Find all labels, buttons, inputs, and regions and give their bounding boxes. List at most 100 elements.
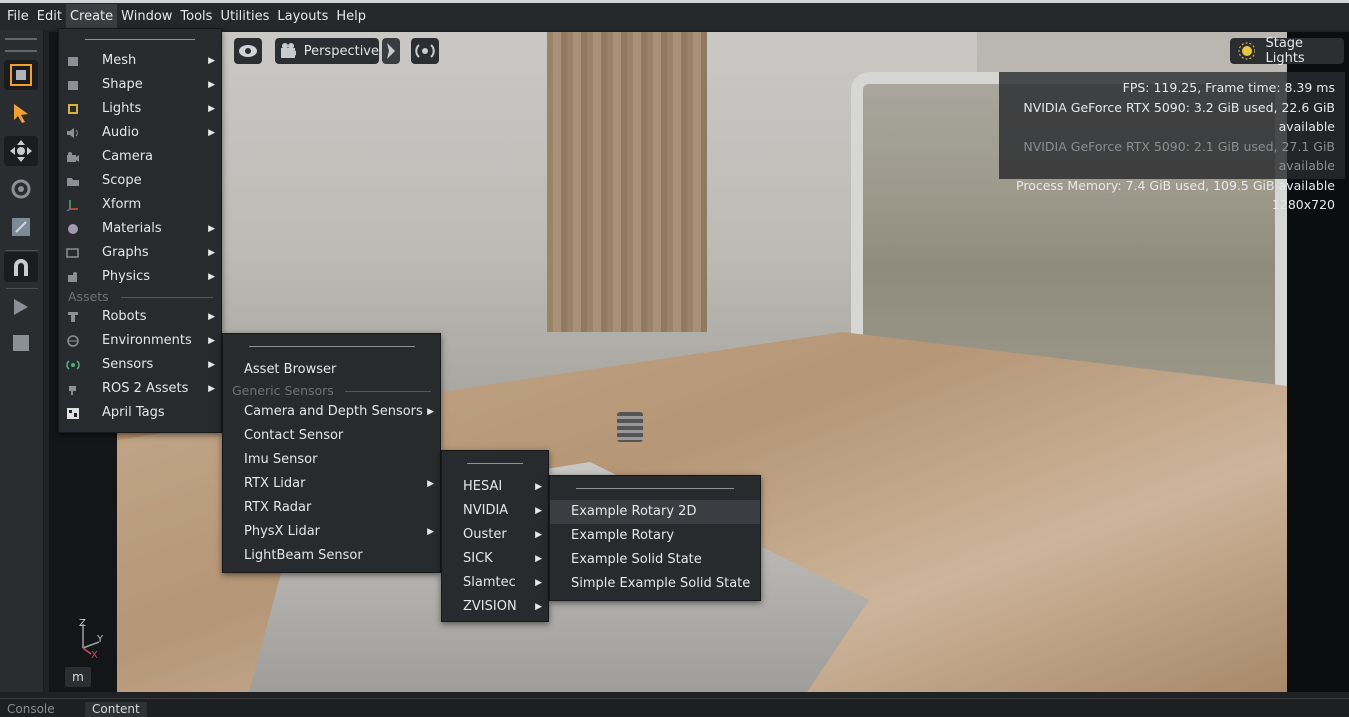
menu-item-slamtec[interactable]: Slamtec ▶ — [442, 571, 548, 595]
play-icon — [14, 299, 28, 315]
asset-browser-label: Asset Browser — [244, 362, 337, 377]
menu-item-label: Mesh — [102, 53, 137, 68]
menu-item-example-rotary[interactable]: Example Rotary — [550, 524, 760, 548]
menu-item-rtx-radar[interactable]: RTX Radar — [223, 496, 440, 520]
menu-item-lightbeam-sensor[interactable]: LightBeam Sensor — [223, 544, 440, 568]
snap-toggle-button[interactable] — [4, 252, 38, 282]
menu-item-ros-2-assets[interactable]: ROS 2 Assets ▶ — [59, 377, 221, 401]
menu-item-simple-example-solid-state[interactable]: Simple Example Solid State — [550, 572, 760, 596]
submenu-arrow-icon: ▶ — [208, 80, 215, 90]
sensor-button[interactable] — [411, 38, 439, 64]
menu-item-label: Camera — [102, 149, 154, 164]
menu-item-example-rotary-2d[interactable]: Example Rotary 2D — [550, 500, 760, 524]
fps-readout: FPS: 119.25, Frame time: 8.39 ms — [1122, 80, 1335, 95]
menu-help[interactable]: Help — [332, 4, 370, 30]
scale-tool-button[interactable] — [4, 212, 38, 242]
menu-item-label: Robots — [102, 309, 147, 324]
menu-window[interactable]: Window — [117, 4, 176, 30]
menu-tearoff[interactable] — [59, 29, 221, 49]
menu-utilities[interactable]: Utilities — [216, 4, 273, 30]
menu-item-nvidia[interactable]: NVIDIA ▶ — [442, 499, 548, 523]
left-toolbar — [0, 30, 44, 692]
submenu-arrow-icon: ▶ — [427, 407, 434, 417]
submenu-tearoff[interactable] — [550, 476, 760, 500]
camera-dropdown[interactable]: Perspective — [275, 38, 379, 64]
asset-browser-item[interactable]: Asset Browser — [223, 358, 440, 382]
submenu-arrow-icon: ▶ — [208, 128, 215, 138]
menu-item-sensors[interactable]: Sensors ▶ — [59, 353, 221, 377]
menu-item-camera[interactable]: Camera — [59, 145, 221, 169]
menu-item-shape[interactable]: Shape ▶ — [59, 73, 221, 97]
stop-button[interactable] — [4, 328, 38, 358]
stage-lights-dropdown[interactable]: Stage Lights — [1230, 36, 1344, 66]
menu-item-graphs[interactable]: Graphs ▶ — [59, 241, 221, 265]
axis-gizmo: Z Y X — [79, 618, 104, 658]
menu-item-label: SICK — [463, 551, 493, 566]
submenu-arrow-icon: ▶ — [535, 530, 542, 540]
menu-item-example-solid-state[interactable]: Example Solid State — [550, 548, 760, 572]
submenu-arrow-icon: ▶ — [208, 104, 215, 114]
assets-section-header: Assets — [59, 289, 221, 305]
menu-item-audio[interactable]: Audio ▶ — [59, 121, 221, 145]
m-button[interactable]: m — [65, 667, 91, 687]
menu-item-materials[interactable]: Materials ▶ — [59, 217, 221, 241]
menu-item-mesh[interactable]: Mesh ▶ — [59, 49, 221, 73]
menu-item-camera-and-depth-sensors[interactable]: Camera and Depth Sensors ▶ — [223, 400, 440, 424]
menu-item-label: Physics — [102, 269, 151, 284]
menu-item-ouster[interactable]: Ouster ▶ — [442, 523, 548, 547]
menu-item-contact-sensor[interactable]: Contact Sensor — [223, 424, 440, 448]
menu-tools[interactable]: Tools — [176, 4, 216, 30]
toolbar-grip[interactable] — [5, 38, 37, 52]
stats-overlay: FPS: 119.25, Frame time: 8.39 ms NVIDIA … — [999, 72, 1345, 212]
play-button[interactable] — [4, 292, 38, 322]
tab-content[interactable]: Content — [85, 702, 147, 717]
viewport-expand-button[interactable] — [382, 38, 400, 64]
toolbar-separator — [6, 250, 38, 251]
move-tool-button[interactable] — [4, 136, 38, 166]
menu-item-label: Xform — [102, 197, 142, 212]
visibility-button[interactable] — [234, 38, 262, 64]
menu-item-label: Simple Example Solid State — [571, 576, 751, 591]
menu-item-scope[interactable]: Scope — [59, 169, 221, 193]
menu-item-xform[interactable]: Xform — [59, 193, 221, 217]
stop-icon — [13, 335, 29, 351]
menu-item-label: RTX Radar — [244, 500, 312, 515]
submenu-arrow-icon: ▶ — [208, 248, 215, 258]
menu-edit[interactable]: Edit — [33, 4, 66, 30]
menu-item-physx-lidar[interactable]: PhysX Lidar ▶ — [223, 520, 440, 544]
mesh-icon — [68, 57, 78, 66]
menu-item-label: Scope — [102, 173, 142, 188]
menu-item-lights[interactable]: Lights ▶ — [59, 97, 221, 121]
menu-item-robots[interactable]: Robots ▶ — [59, 305, 221, 329]
menu-item-physics[interactable]: Physics ▶ — [59, 265, 221, 289]
submenu-arrow-icon: ▶ — [208, 312, 215, 322]
menu-item-zvision[interactable]: ZVISION ▶ — [442, 595, 548, 619]
tab-console[interactable]: Console — [0, 702, 62, 717]
menu-item-april-tags[interactable]: April Tags — [59, 401, 221, 425]
rotate-tool-button[interactable] — [4, 174, 38, 204]
create-menu: Mesh ▶ Shape ▶ Lights ▶ Audio ▶ Camera Scope Xform… — [58, 28, 222, 433]
menu-item-label: Sensors — [102, 357, 154, 372]
menu-file[interactable]: File — [3, 4, 33, 30]
menu-item-imu-sensor[interactable]: Imu Sensor — [223, 448, 440, 472]
menu-item-sick[interactable]: SICK ▶ — [442, 547, 548, 571]
submenu-tearoff[interactable] — [442, 451, 548, 475]
menu-item-hesai[interactable]: HESAI ▶ — [442, 475, 548, 499]
menu-create[interactable]: Create — [65, 3, 118, 30]
scene-wood-pillar — [547, 32, 707, 332]
select-mode-icon — [10, 64, 32, 86]
folder-icon — [67, 178, 79, 186]
submenu-tearoff[interactable] — [223, 334, 440, 358]
nvidia-lidar-submenu: Example Rotary 2D Example Rotary Example S… — [549, 475, 761, 601]
menu-item-label: Slamtec — [463, 575, 516, 590]
select-mode-button[interactable] — [4, 60, 38, 90]
materials-icon — [68, 224, 78, 234]
menu-item-environments[interactable]: Environments ▶ — [59, 329, 221, 353]
submenu-arrow-icon: ▶ — [427, 479, 434, 489]
menu-layouts[interactable]: Layouts — [273, 4, 332, 30]
select-tool-button[interactable] — [4, 98, 38, 128]
menu-item-label: HESAI — [463, 479, 503, 494]
audio-icon — [67, 128, 78, 138]
camera-icon — [281, 43, 296, 58]
menu-item-rtx-lidar[interactable]: RTX Lidar ▶ — [223, 472, 440, 496]
